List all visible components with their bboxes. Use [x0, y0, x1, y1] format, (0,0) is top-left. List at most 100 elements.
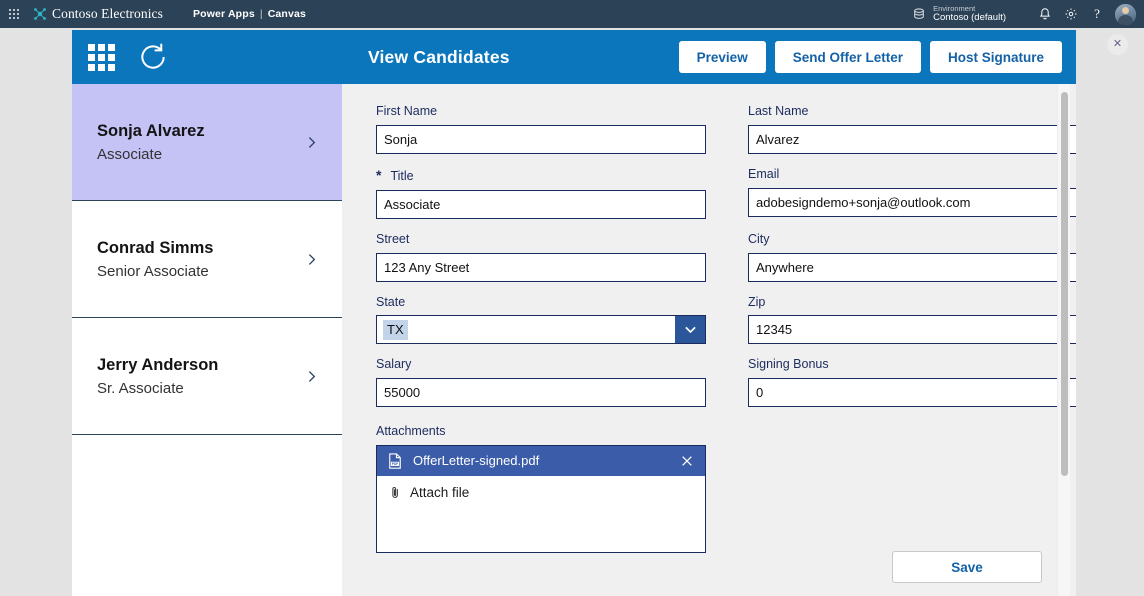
last-name-input-el[interactable]: [756, 126, 1070, 153]
candidate-form: First Name Last Name * Title: [342, 84, 1076, 596]
required-marker: *: [376, 167, 381, 183]
form-scrollbar[interactable]: [1057, 84, 1070, 596]
title-label: * Title: [376, 165, 706, 186]
gear-icon[interactable]: [1058, 0, 1084, 28]
app-header: View Candidates Preview Send Offer Lette…: [72, 30, 1076, 84]
field-street: Street: [376, 230, 706, 282]
field-state: State TX: [376, 293, 706, 345]
brand-name: Contoso Electronics: [52, 6, 163, 22]
chevron-right-icon[interactable]: [303, 134, 320, 151]
zip-input-el[interactable]: [756, 316, 1070, 343]
salary-label: Salary: [376, 355, 706, 374]
title-label-text: Title: [390, 169, 413, 183]
environment-selector[interactable]: Environment Contoso (default): [911, 5, 1006, 23]
email-input-el[interactable]: [756, 189, 1070, 216]
city-label: City: [748, 230, 1076, 249]
breadcrumb: Power Apps | Canvas: [193, 8, 306, 20]
topbar-right-group: Environment Contoso (default) ?: [911, 0, 1144, 28]
question-mark-icon[interactable]: ?: [1084, 0, 1110, 28]
attachments-box: PDF OfferLetter-signed.pdf Attach fil: [376, 445, 706, 553]
city-input-el[interactable]: [756, 254, 1070, 281]
save-button[interactable]: Save: [892, 551, 1042, 583]
gallery-item-texts: Sonja Alvarez Associate: [97, 118, 303, 167]
field-salary: Salary: [376, 355, 706, 407]
gallery-item-sonja-alvarez[interactable]: Sonja Alvarez Associate: [72, 84, 342, 201]
city-input[interactable]: [748, 253, 1076, 282]
page-title: View Candidates: [199, 47, 679, 68]
first-name-input[interactable]: [376, 125, 706, 154]
zip-input[interactable]: [748, 315, 1076, 344]
send-offer-letter-button[interactable]: Send Offer Letter: [775, 41, 921, 73]
field-signing-bonus: Signing Bonus: [748, 355, 1076, 407]
state-dropdown[interactable]: TX: [376, 315, 706, 344]
form-grid: First Name Last Name * Title: [342, 84, 1076, 553]
last-name-input[interactable]: [748, 125, 1076, 154]
close-icon: [679, 453, 695, 469]
street-input[interactable]: [376, 253, 706, 282]
field-email: Email: [748, 165, 1076, 219]
field-zip: Zip: [748, 293, 1076, 345]
close-app-button[interactable]: ✕: [1107, 34, 1128, 55]
chevron-right-icon[interactable]: [303, 368, 320, 385]
power-apps-player: View Candidates Preview Send Offer Lette…: [72, 30, 1076, 596]
candidate-role: Associate: [97, 144, 303, 167]
first-name-label: First Name: [376, 102, 706, 121]
gallery-item-conrad-simms[interactable]: Conrad Simms Senior Associate: [72, 201, 342, 318]
signing-bonus-input[interactable]: [748, 378, 1076, 407]
candidate-role: Senior Associate: [97, 261, 303, 284]
field-attachments: Attachments PDF OfferLetter-signed.pdf: [376, 422, 706, 553]
attachment-item[interactable]: PDF OfferLetter-signed.pdf: [377, 446, 705, 476]
app-header-actions: Preview Send Offer Letter Host Signature: [679, 41, 1062, 73]
field-first-name: First Name: [376, 102, 706, 154]
attachments-label: Attachments: [376, 422, 706, 441]
title-input-el[interactable]: [384, 191, 698, 218]
attach-file-button[interactable]: Attach file: [377, 476, 705, 500]
candidate-role: Sr. Associate: [97, 378, 303, 401]
close-icon: ✕: [1113, 39, 1122, 50]
field-city: City: [748, 230, 1076, 282]
gallery-item-jerry-anderson[interactable]: Jerry Anderson Sr. Associate: [72, 318, 342, 435]
signing-bonus-input-el[interactable]: [756, 379, 1070, 406]
email-label: Email: [748, 165, 1076, 184]
bell-icon[interactable]: [1032, 0, 1058, 28]
title-input[interactable]: [376, 190, 706, 219]
street-input-el[interactable]: [384, 254, 698, 281]
last-name-label: Last Name: [748, 102, 1076, 121]
contoso-logo-icon: [32, 6, 48, 22]
breadcrumb-divider: |: [260, 8, 263, 20]
breadcrumb-product[interactable]: Power Apps: [193, 8, 255, 20]
paperclip-icon: [388, 485, 403, 500]
candidate-name: Conrad Simms: [97, 235, 303, 261]
svg-text:PDF: PDF: [392, 462, 398, 466]
attach-file-label: Attach file: [410, 485, 469, 500]
avatar[interactable]: [1115, 4, 1136, 25]
state-selected-value: TX: [383, 320, 408, 340]
host-signature-button[interactable]: Host Signature: [930, 41, 1062, 73]
breadcrumb-section[interactable]: Canvas: [268, 8, 306, 20]
app-grid-icon[interactable]: [88, 44, 115, 71]
form-scrollbar-thumb[interactable]: [1061, 92, 1068, 476]
preview-button[interactable]: Preview: [679, 41, 766, 73]
first-name-input-el[interactable]: [384, 126, 698, 153]
app-launcher-icon[interactable]: [0, 0, 28, 28]
chevron-right-icon[interactable]: [303, 251, 320, 268]
email-input[interactable]: [748, 188, 1076, 217]
app-body: Sonja Alvarez Associate Conrad Simms Sen…: [72, 84, 1076, 596]
gallery-item-texts: Jerry Anderson Sr. Associate: [97, 352, 303, 401]
remove-attachment-button[interactable]: [679, 453, 695, 469]
salary-input-el[interactable]: [384, 379, 698, 406]
help-glyph: ?: [1094, 6, 1100, 22]
top-navigation-bar: Contoso Electronics Power Apps | Canvas En…: [0, 0, 1144, 28]
candidate-name: Sonja Alvarez: [97, 118, 303, 144]
state-label: State: [376, 293, 706, 312]
candidate-name: Jerry Anderson: [97, 352, 303, 378]
street-label: Street: [376, 230, 706, 249]
environment-text: Environment Contoso (default): [933, 5, 1006, 23]
chevron-down-icon[interactable]: [675, 316, 705, 343]
field-title: * Title: [376, 165, 706, 219]
gallery-empty-space: [72, 435, 342, 595]
gallery-item-texts: Conrad Simms Senior Associate: [97, 235, 303, 284]
refresh-icon[interactable]: [137, 41, 169, 73]
signing-bonus-label: Signing Bonus: [748, 355, 1076, 374]
salary-input[interactable]: [376, 378, 706, 407]
